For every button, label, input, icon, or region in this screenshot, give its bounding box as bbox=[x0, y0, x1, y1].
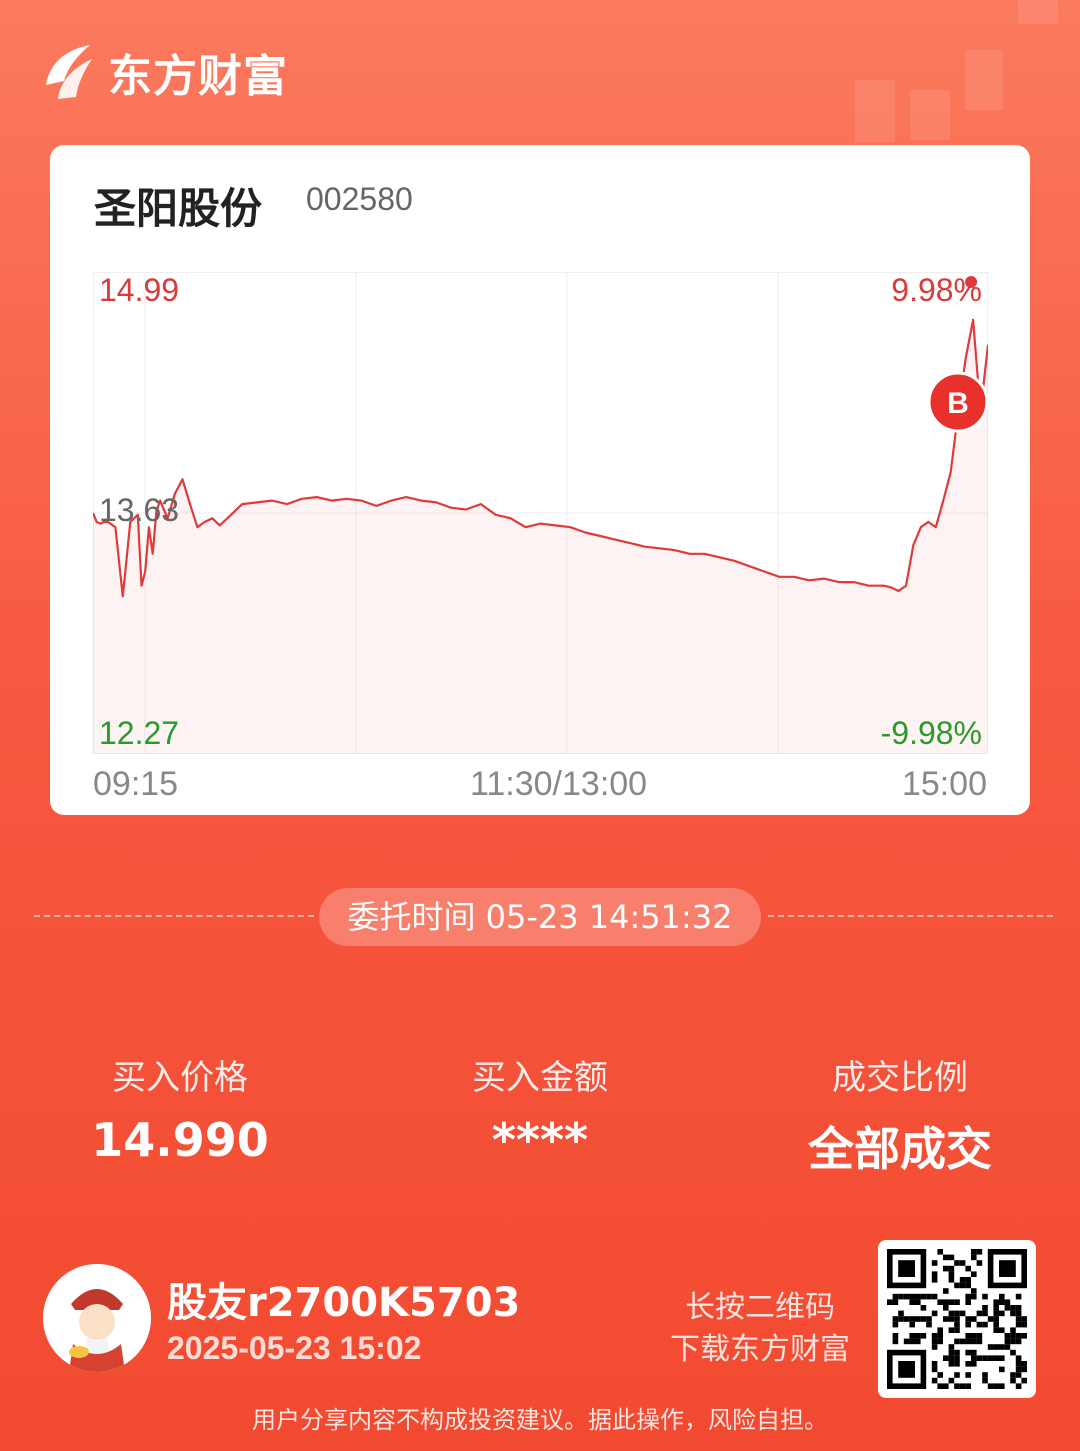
east-money-logo-icon bbox=[46, 45, 92, 99]
y-label-high: 14.99 bbox=[99, 272, 180, 308]
buy-marker-icon: B bbox=[927, 371, 988, 433]
decor-candle bbox=[910, 90, 950, 140]
share-datetime: 2025-05-23 15:02 bbox=[167, 1330, 422, 1366]
time-tick-close: 15:00 bbox=[901, 765, 987, 803]
avatar[interactable] bbox=[43, 1264, 151, 1372]
disclaimer: 用户分享内容不构成投资建议。据此操作，风险自担。 bbox=[252, 1406, 828, 1434]
qr-hint-line1: 长按二维码 bbox=[685, 1290, 835, 1325]
y-label-low: 12.27 bbox=[99, 715, 180, 751]
stat-value: 14.990 bbox=[91, 1113, 269, 1167]
divider-right bbox=[768, 915, 1053, 917]
divider-left bbox=[34, 915, 314, 917]
price-area-fill bbox=[93, 319, 988, 754]
stat-fill-ratio: 成交比例 全部成交 bbox=[750, 1050, 1050, 1179]
order-time-pill: 委托时间 05-23 14:51:32 bbox=[319, 888, 761, 946]
stat-label: 买入价格 bbox=[112, 1058, 248, 1098]
stock-code: 002580 bbox=[306, 181, 413, 217]
avatar-icon bbox=[43, 1264, 151, 1372]
username: 股友r2700K5703 bbox=[167, 1280, 521, 1326]
stat-label: 成交比例 bbox=[832, 1058, 968, 1098]
brand-name: 东方财富 bbox=[108, 51, 288, 102]
decor-candle bbox=[855, 80, 895, 142]
qr-code[interactable] bbox=[878, 1240, 1036, 1398]
decor-candle bbox=[965, 50, 1003, 110]
y-label-mid: 13.63 bbox=[99, 492, 180, 528]
brand-header: 东方财富 bbox=[40, 40, 288, 104]
time-tick-midday: 11:30/13:00 bbox=[470, 765, 648, 803]
stat-label: 买入金额 bbox=[472, 1058, 608, 1098]
stock-card: 圣阳股份 002580 B 14.99 13.63 12.27 9.98% -9… bbox=[50, 145, 1030, 815]
intraday-price-chart: B bbox=[93, 272, 988, 754]
qr-hint-line2: 下载东方财富 bbox=[670, 1332, 850, 1367]
pct-label-low: -9.98% bbox=[880, 715, 982, 751]
time-tick-open: 09:15 bbox=[93, 765, 179, 803]
stat-value: **** bbox=[491, 1113, 589, 1167]
stat-value: 全部成交 bbox=[808, 1122, 992, 1176]
svg-text:B: B bbox=[947, 387, 969, 420]
stat-buy-amount: 买入金额 **** bbox=[390, 1050, 690, 1167]
decor-candle bbox=[1018, 0, 1058, 24]
pct-label-high: 9.98% bbox=[891, 272, 982, 308]
stock-name: 圣阳股份 bbox=[94, 184, 263, 233]
stat-buy-price: 买入价格 14.990 bbox=[30, 1050, 330, 1167]
qr-code-icon bbox=[887, 1249, 1027, 1389]
